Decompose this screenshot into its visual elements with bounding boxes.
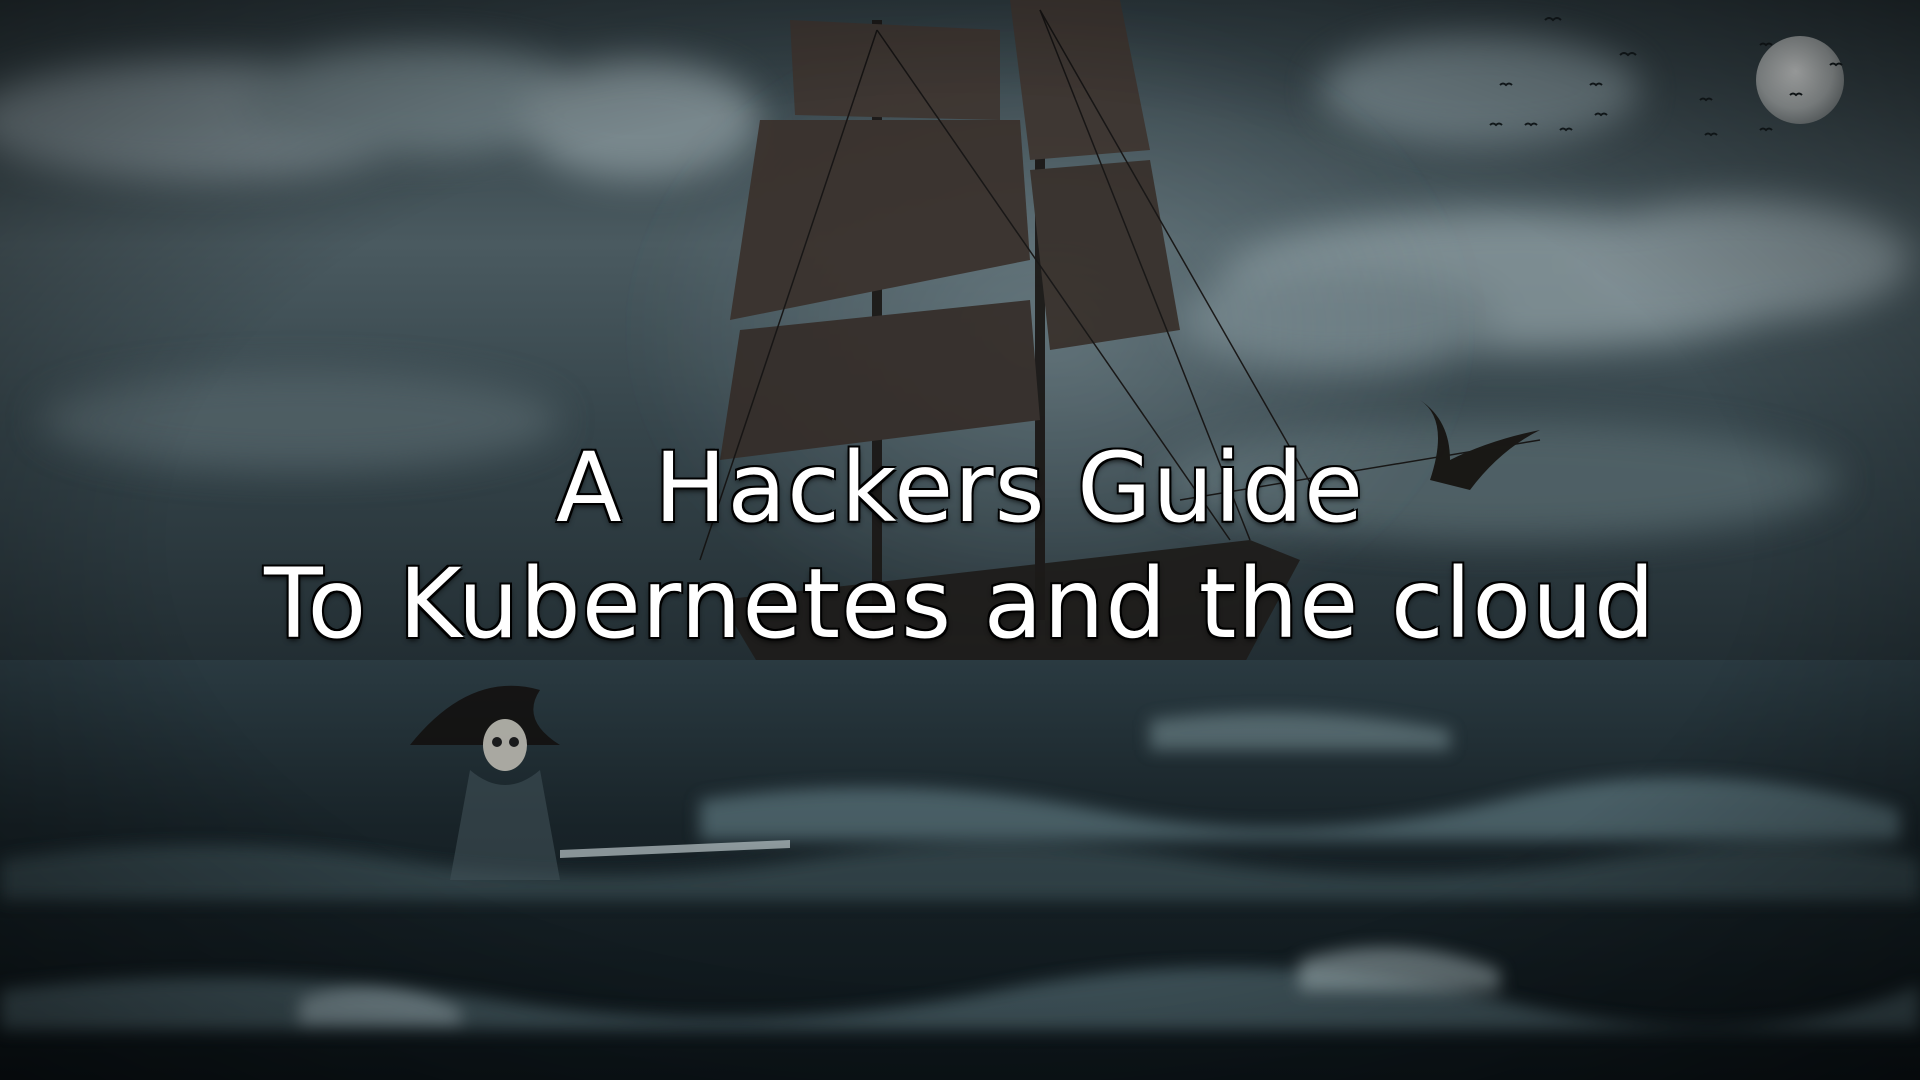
- title-line-2: To Kubernetes and the cloud: [264, 548, 1656, 660]
- presentation-slide: A Hackers Guide To Kubernetes and the cl…: [0, 0, 1920, 1080]
- title-line-1: A Hackers Guide: [555, 432, 1365, 544]
- slide-title: A Hackers Guide To Kubernetes and the cl…: [0, 430, 1920, 662]
